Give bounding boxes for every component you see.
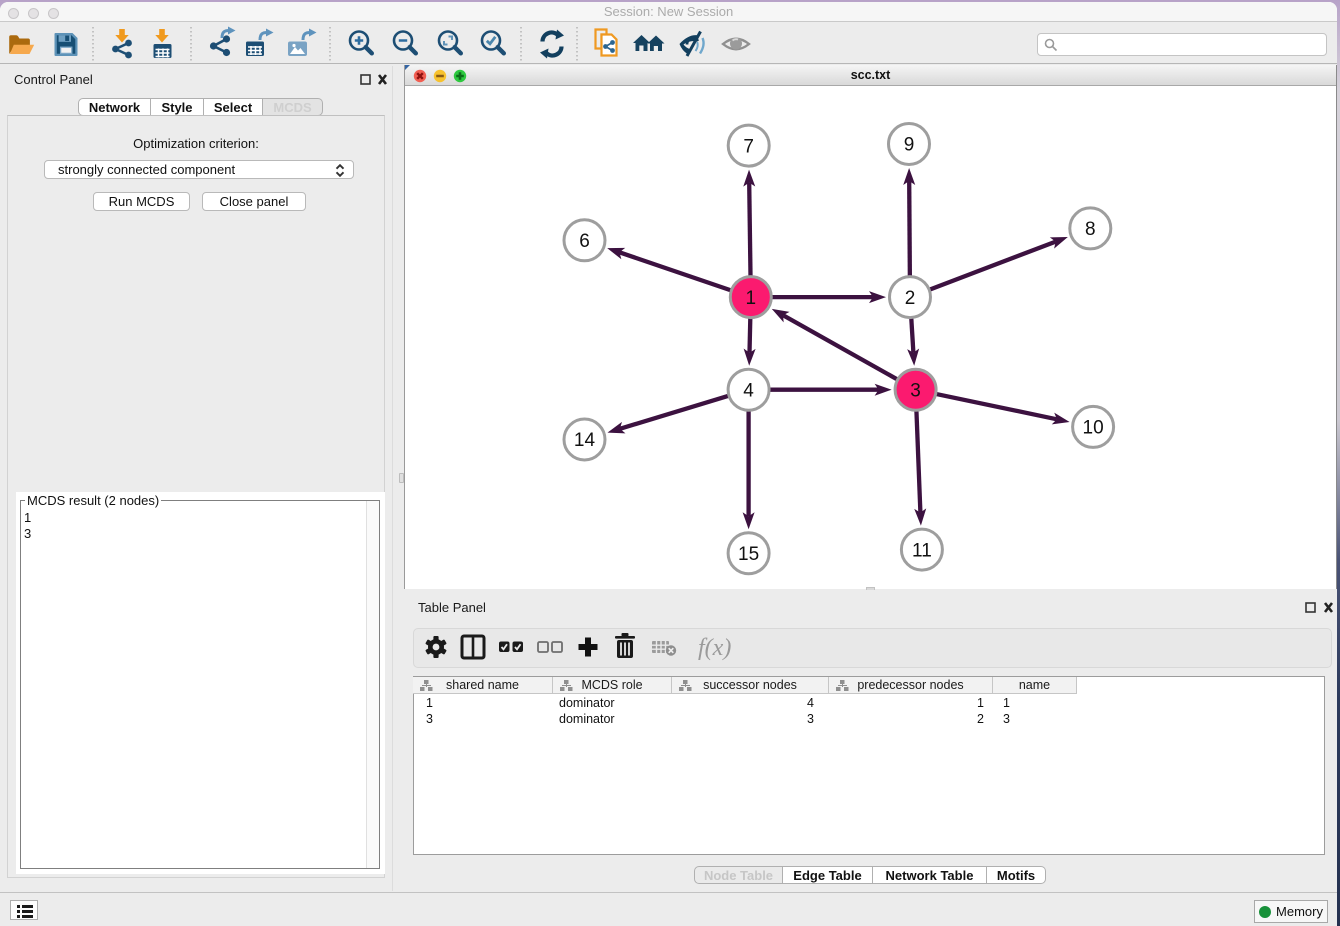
svg-text:3: 3: [910, 380, 921, 401]
svg-text:10: 10: [1083, 418, 1104, 439]
svg-text:1: 1: [746, 288, 757, 309]
svg-text:8: 8: [1085, 219, 1096, 240]
svg-text:f(x): f(x): [698, 635, 731, 661]
svg-text:7: 7: [743, 136, 754, 157]
svg-text:15: 15: [738, 544, 759, 565]
svg-text:14: 14: [574, 430, 596, 451]
svg-text:11: 11: [912, 540, 932, 561]
svg-text:9: 9: [904, 135, 915, 156]
svg-text:4: 4: [743, 380, 754, 401]
svg-text:2: 2: [905, 288, 916, 309]
svg-text:6: 6: [579, 231, 590, 252]
